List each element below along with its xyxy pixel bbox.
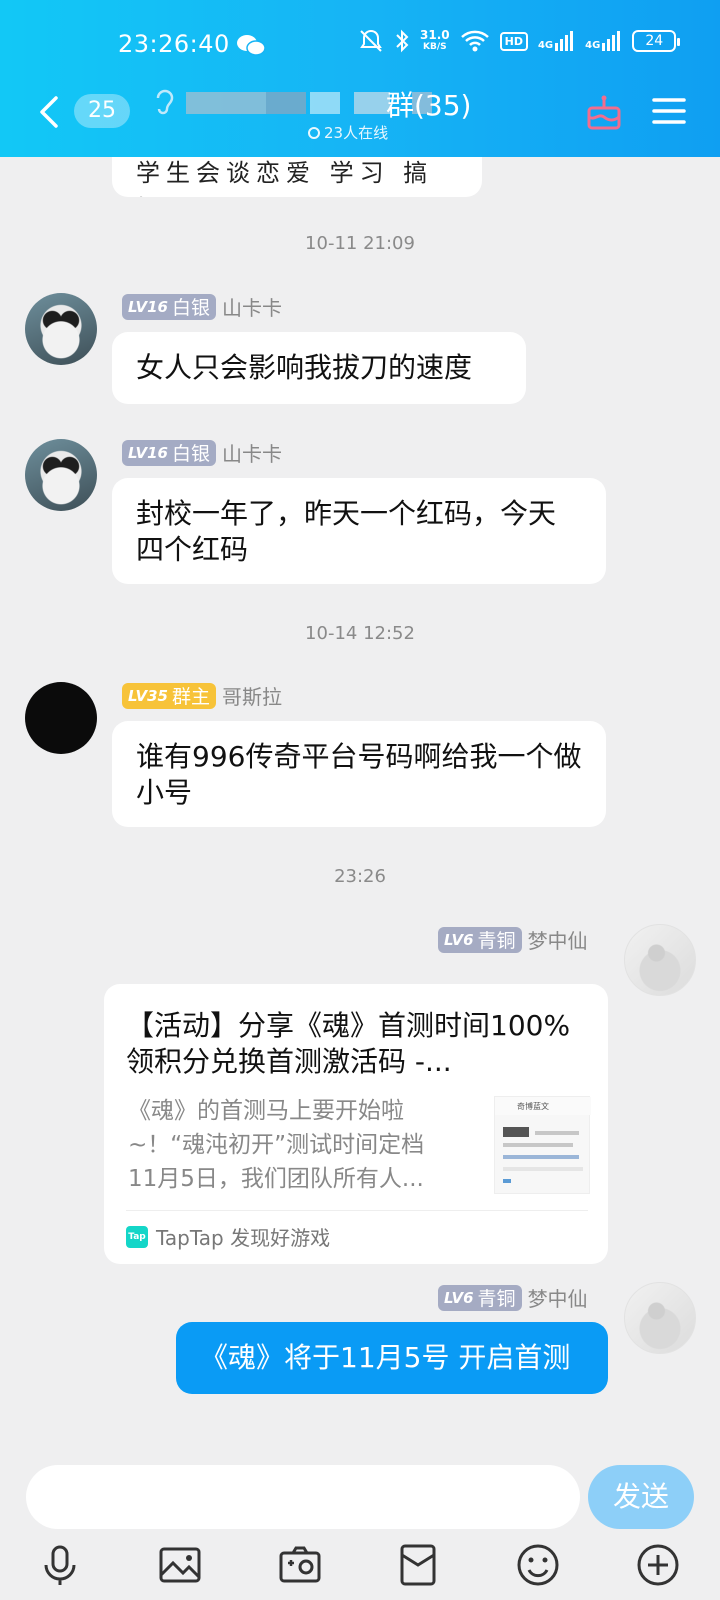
chat-header: 23:26:40 31.0 KB/S HD 4G 4G 24 25 群(35) … bbox=[0, 0, 720, 157]
emoji-icon[interactable] bbox=[514, 1541, 562, 1589]
ear-icon bbox=[156, 89, 174, 115]
mute-icon bbox=[360, 29, 382, 52]
sender-name[interactable]: 梦中仙 bbox=[528, 925, 588, 954]
redacted-block bbox=[354, 92, 390, 114]
signal-bars-icon bbox=[555, 31, 574, 51]
source-label: TapTap 发现好游戏 bbox=[156, 1226, 331, 1250]
sender-meta: LV6 青铜 梦中仙 bbox=[438, 925, 588, 954]
message-bubble[interactable]: 女人只会影响我拔刀的速度 bbox=[112, 332, 526, 404]
timestamp: 10-14 12:52 bbox=[305, 623, 415, 644]
status-time: 23:26:40 bbox=[118, 30, 230, 58]
message-bubble[interactable]: 谁有996传奇平台号码啊给我一个做小号 bbox=[112, 721, 606, 827]
thumbnail-title: 奇博蓝文 bbox=[517, 1102, 549, 1111]
signal-2: 4G bbox=[585, 31, 622, 51]
online-count: 23人在线 bbox=[308, 122, 388, 143]
share-card[interactable]: 【活动】分享《魂》首测时间100%领积分兑换首测激活码 -... 《魂》的首测马… bbox=[104, 984, 608, 1264]
hd-badge: HD bbox=[499, 31, 528, 51]
timestamp: 23:26 bbox=[334, 866, 386, 887]
sender-name[interactable]: 山卡卡 bbox=[222, 292, 282, 321]
chat-title-area[interactable]: 群(35) 23人在线 bbox=[150, 84, 490, 154]
cake-icon[interactable] bbox=[584, 92, 624, 132]
avatar[interactable] bbox=[25, 682, 97, 754]
input-bar: 发送 bbox=[0, 1447, 720, 1529]
send-button[interactable]: 发送 bbox=[588, 1465, 694, 1529]
back-icon[interactable] bbox=[34, 92, 64, 132]
wechat-icon bbox=[237, 35, 266, 56]
wifi-icon bbox=[460, 30, 489, 52]
plus-icon[interactable] bbox=[634, 1541, 682, 1589]
share-card-thumbnail: 奇博蓝文 bbox=[494, 1096, 591, 1194]
microphone-icon[interactable] bbox=[36, 1541, 84, 1589]
avatar[interactable] bbox=[25, 439, 97, 511]
status-bar: 23:26:40 31.0 KB/S HD 4G 4G 24 bbox=[0, 0, 720, 90]
bluetooth-icon bbox=[396, 29, 409, 53]
share-card-source: Tap TapTap 发现好游戏 bbox=[126, 1222, 330, 1251]
level-badge: LV35 群主 bbox=[122, 682, 216, 709]
unread-count-badge[interactable]: 25 bbox=[74, 94, 130, 128]
signal-bars-icon bbox=[602, 31, 621, 51]
red-packet-icon[interactable] bbox=[394, 1541, 442, 1589]
online-icon bbox=[308, 126, 320, 139]
avatar[interactable] bbox=[624, 1282, 696, 1354]
sender-name[interactable]: 梦中仙 bbox=[528, 1283, 588, 1312]
redacted-block bbox=[310, 92, 340, 114]
camera-icon[interactable] bbox=[276, 1541, 324, 1589]
share-card-title: 【活动】分享《魂》首测时间100%领积分兑换首测激活码 -... bbox=[126, 1009, 571, 1078]
avatar[interactable] bbox=[624, 924, 696, 996]
message-bubble-self[interactable]: 《魂》将于11月5号 开启首测 bbox=[176, 1322, 608, 1394]
image-icon[interactable] bbox=[156, 1541, 204, 1589]
input-toolbar bbox=[0, 1529, 720, 1600]
net-speed: 31.0 KB/S bbox=[420, 28, 450, 52]
sender-name[interactable]: 哥斯拉 bbox=[222, 681, 282, 710]
redacted-block bbox=[266, 92, 306, 114]
signal-1: 4G bbox=[538, 31, 575, 51]
level-badge: LV6 青铜 bbox=[438, 1284, 522, 1311]
sender-meta: LV6 青铜 梦中仙 bbox=[438, 1283, 588, 1312]
message-bubble-partial[interactable]: 学生会谈恋爱 学习 搞好 bbox=[112, 157, 482, 197]
timestamp: 10-11 21:09 bbox=[305, 233, 415, 254]
share-card-description: 《魂》的首测马上要开始啦~！“魂沌初开”测试时间定档11月5日，我们团队所有人.… bbox=[128, 1098, 425, 1192]
avatar[interactable] bbox=[25, 293, 97, 365]
menu-icon[interactable] bbox=[652, 96, 686, 126]
sender-name[interactable]: 山卡卡 bbox=[222, 438, 282, 467]
chat-message-list[interactable]: 学生会谈恋爱 学习 搞好 10-11 21:09 LV16白银 山卡卡 女人只会… bbox=[0, 157, 720, 1447]
sender-meta: LV16 白银 山卡卡 bbox=[122, 292, 282, 321]
taptap-icon: Tap bbox=[126, 1225, 148, 1248]
level-badge: LV16 白银 bbox=[122, 439, 216, 466]
divider bbox=[126, 1210, 588, 1211]
battery-indicator: 24 bbox=[632, 30, 681, 52]
level-badge: LV6 青铜 bbox=[438, 926, 522, 953]
message-bubble[interactable]: 封校一年了，昨天一个红码，今天四个红码 bbox=[112, 478, 606, 584]
group-title: 群(35) bbox=[386, 89, 472, 122]
redacted-block bbox=[186, 92, 266, 114]
sender-meta: LV16 白银 山卡卡 bbox=[122, 438, 282, 467]
message-input[interactable] bbox=[26, 1465, 580, 1529]
sender-meta: LV35 群主 哥斯拉 bbox=[122, 681, 282, 710]
level-badge: LV16 白银 bbox=[122, 293, 216, 320]
